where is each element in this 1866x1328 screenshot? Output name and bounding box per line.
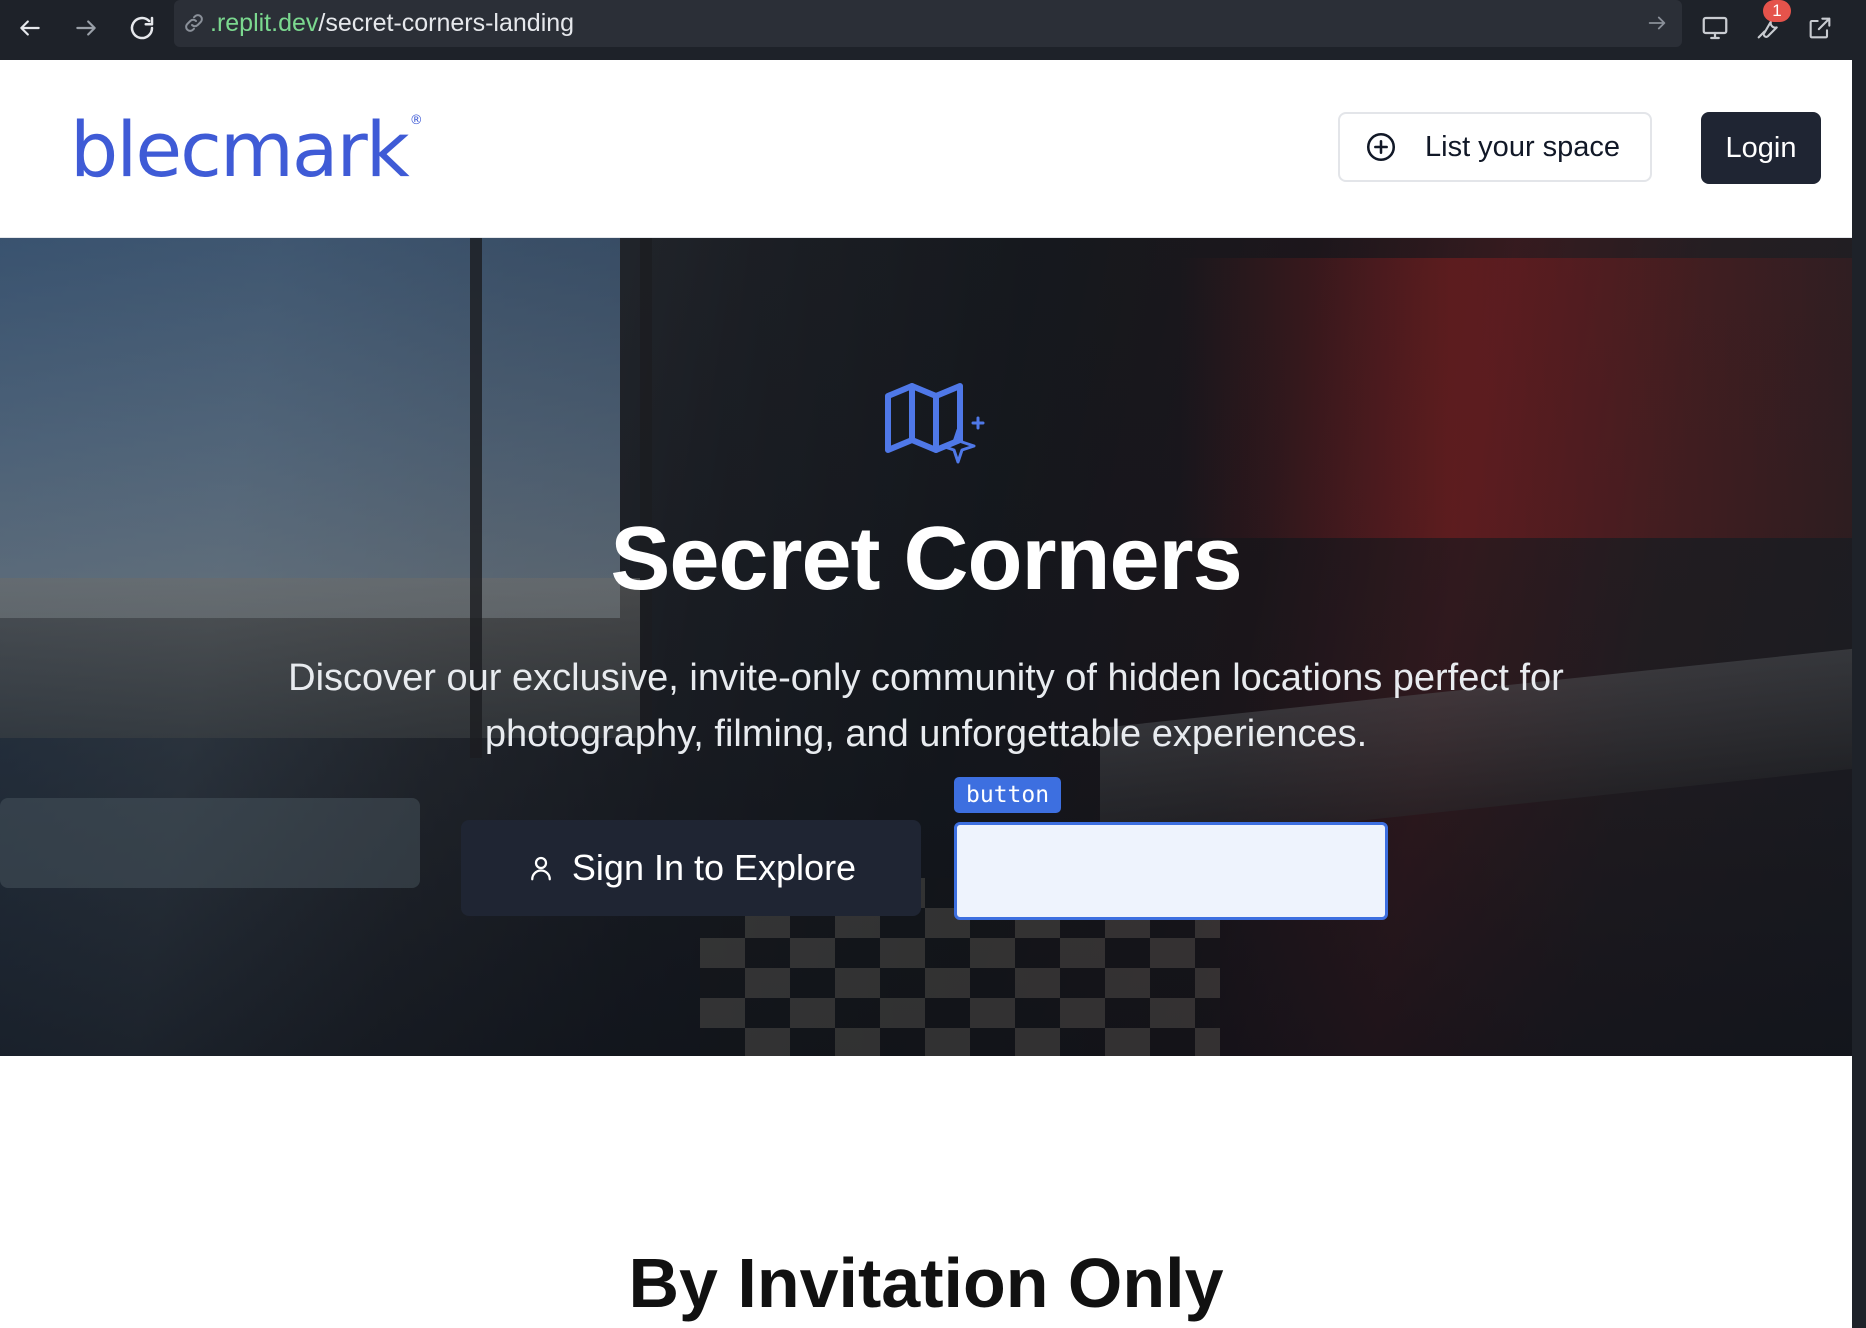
notification-badge: 1 <box>1763 0 1791 22</box>
list-your-space-button[interactable]: List your space <box>1338 112 1652 182</box>
list-your-space-label: List your space <box>1425 130 1621 163</box>
scrollbar-track[interactable] <box>1852 60 1866 1328</box>
section-title: By Invitation Only <box>628 1244 1224 1322</box>
reload-icon <box>130 16 154 40</box>
url-text: .replit.dev/secret-corners-landing <box>210 9 575 37</box>
plus-circle-icon <box>1366 132 1396 162</box>
hero-title: Secret Corners <box>610 509 1242 609</box>
map-sparkle-icon <box>885 383 985 464</box>
user-icon <box>531 856 551 881</box>
sign-in-label: Sign In to Explore <box>571 847 857 888</box>
forward-button[interactable] <box>66 8 106 48</box>
back-button[interactable] <box>10 8 50 48</box>
hero-background-wall <box>1180 258 1852 538</box>
link-icon <box>185 14 203 32</box>
hero-section: Secret Corners Discover our exclusive, i… <box>0 238 1852 1056</box>
arrow-right-icon <box>76 20 96 36</box>
go-arrow-icon[interactable] <box>1646 12 1668 34</box>
monitor-icon <box>1702 16 1728 40</box>
browser-toolbar: .replit.dev/secret-corners-landing 1 <box>0 0 1866 60</box>
reload-button[interactable] <box>122 8 162 48</box>
hero-background-table <box>0 798 420 888</box>
highlighted-empty-button[interactable] <box>954 822 1388 920</box>
hero-subtitle: Discover our exclusive, invite-only comm… <box>288 657 1564 755</box>
device-preview-button[interactable] <box>1695 8 1735 48</box>
arrow-left-icon <box>20 20 40 36</box>
site-header: blecmark ® List your space Login <box>0 60 1852 238</box>
address-bar[interactable]: .replit.dev/secret-corners-landing <box>174 0 1682 47</box>
sign-in-to-explore-button[interactable]: Sign In to Explore <box>461 820 921 916</box>
brand-logo[interactable]: blecmark ® <box>70 112 423 188</box>
element-inspector-tag: button <box>954 777 1062 813</box>
login-button[interactable]: Login <box>1701 112 1821 184</box>
external-link-icon <box>1809 17 1831 39</box>
open-new-tab-button[interactable] <box>1800 8 1840 48</box>
